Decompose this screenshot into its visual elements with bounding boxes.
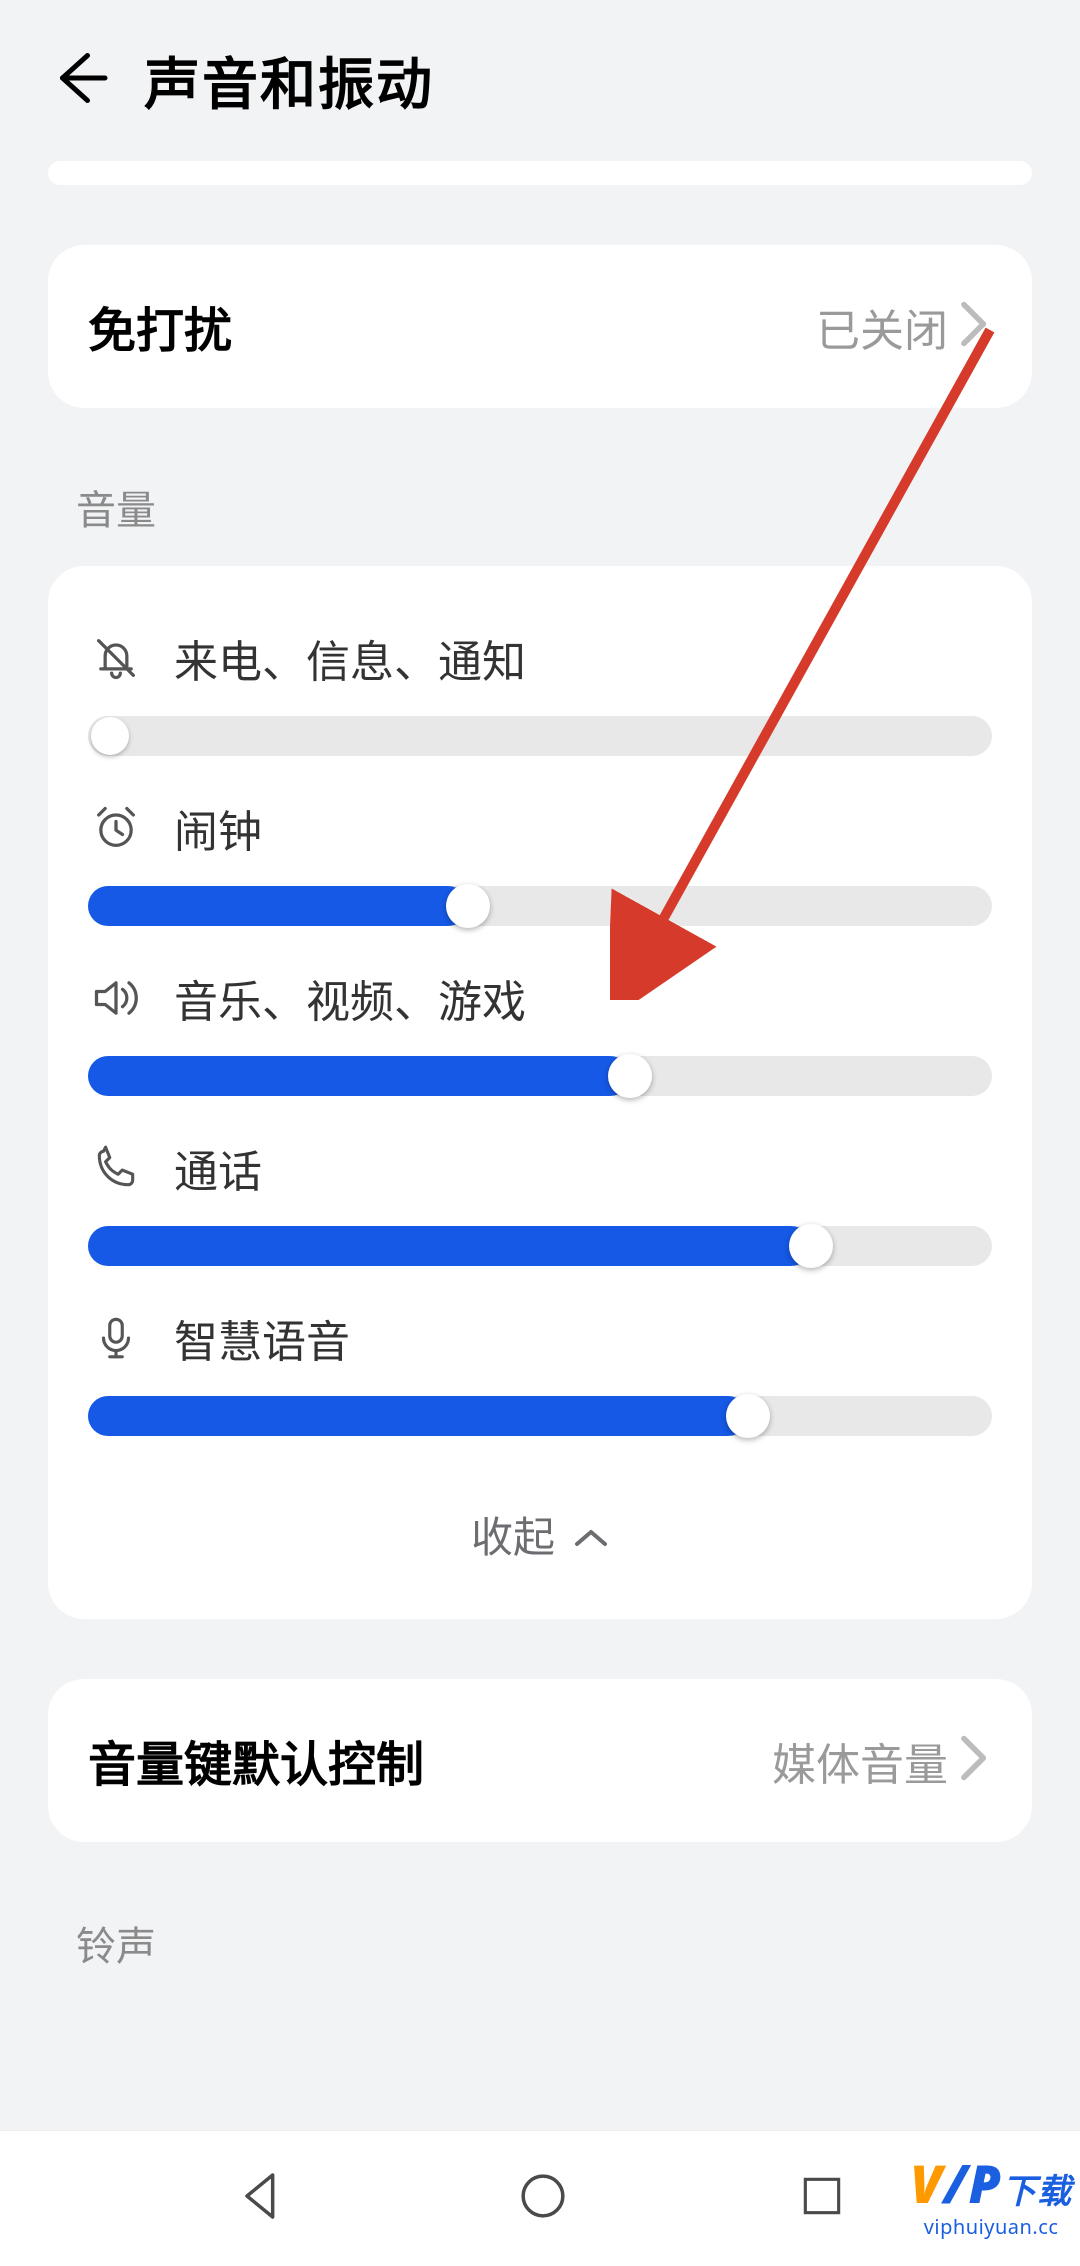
chevron-up-icon [573,1506,609,1563]
microphone-icon [88,1310,144,1366]
volume-label-ring: 来电、信息、通知 [174,626,526,690]
speaker-icon [88,970,144,1026]
slider-voice[interactable] [88,1396,992,1436]
volume-label-media: 音乐、视频、游戏 [174,966,526,1030]
slider-alarm[interactable] [88,886,992,926]
dnd-label: 免打扰 [88,291,232,362]
volume-item-alarm: 闹钟 [88,796,992,926]
nav-recents-icon[interactable] [797,2171,847,2226]
back-icon[interactable] [50,48,110,113]
slider-thumb[interactable] [789,1224,833,1268]
chevron-right-icon [958,1733,992,1788]
volume-key-default-row[interactable]: 音量键默认控制 媒体音量 [48,1679,1032,1842]
volume-item-call: 通话 [88,1136,992,1266]
slider-fill [88,1396,748,1436]
volkey-label: 音量键默认控制 [88,1725,424,1796]
slider-thumb[interactable] [608,1054,652,1098]
volkey-right: 媒体音量 [772,1729,992,1793]
volume-label-alarm: 闹钟 [174,796,262,860]
nav-back-icon[interactable] [233,2168,289,2229]
volume-item-voice: 智慧语音 [88,1306,992,1436]
volume-label-voice: 智慧语音 [174,1306,350,1370]
collapse-label: 收起 [471,1504,555,1565]
volkey-card: 音量键默认控制 媒体音量 [48,1679,1032,1842]
slider-call[interactable] [88,1226,992,1266]
slider-media[interactable] [88,1056,992,1096]
watermark: V/P下载 viphuiyuan.cc [910,2148,1072,2240]
slider-fill [88,1056,630,1096]
volume-label-call: 通话 [174,1136,262,1200]
slider-fill [88,1226,811,1266]
volume-item-media: 音乐、视频、游戏 [88,966,992,1096]
phone-icon [88,1140,144,1196]
header: 声音和振动 [0,0,1080,161]
watermark-brand: V/P下载 [910,2148,1072,2219]
slider-thumb[interactable] [91,717,129,755]
ringtone-section-heading: 铃声 [76,1914,1080,1972]
watermark-domain: viphuiyuan.cc [910,2213,1072,2240]
slider-thumb[interactable] [726,1394,770,1438]
dnd-value: 已关闭 [816,295,948,359]
volume-section-heading: 音量 [76,478,1080,536]
collapse-button[interactable]: 收起 [88,1476,992,1609]
dnd-card: 免打扰 已关闭 [48,245,1032,408]
alarm-clock-icon [88,800,144,856]
slider-thumb[interactable] [446,884,490,928]
chevron-right-icon [958,299,992,354]
page-title: 声音和振动 [144,40,434,121]
slider-ring[interactable] [88,716,992,756]
do-not-disturb-row[interactable]: 免打扰 已关闭 [48,245,1032,408]
volkey-value: 媒体音量 [772,1729,948,1793]
slider-fill [88,886,468,926]
volume-card: 来电、信息、通知 闹钟 [48,566,1032,1619]
dnd-right: 已关闭 [816,295,992,359]
nav-home-icon[interactable] [515,2168,571,2229]
previous-card-edge [48,161,1032,185]
bell-off-icon [88,630,144,686]
volume-item-ring: 来电、信息、通知 [88,626,992,756]
